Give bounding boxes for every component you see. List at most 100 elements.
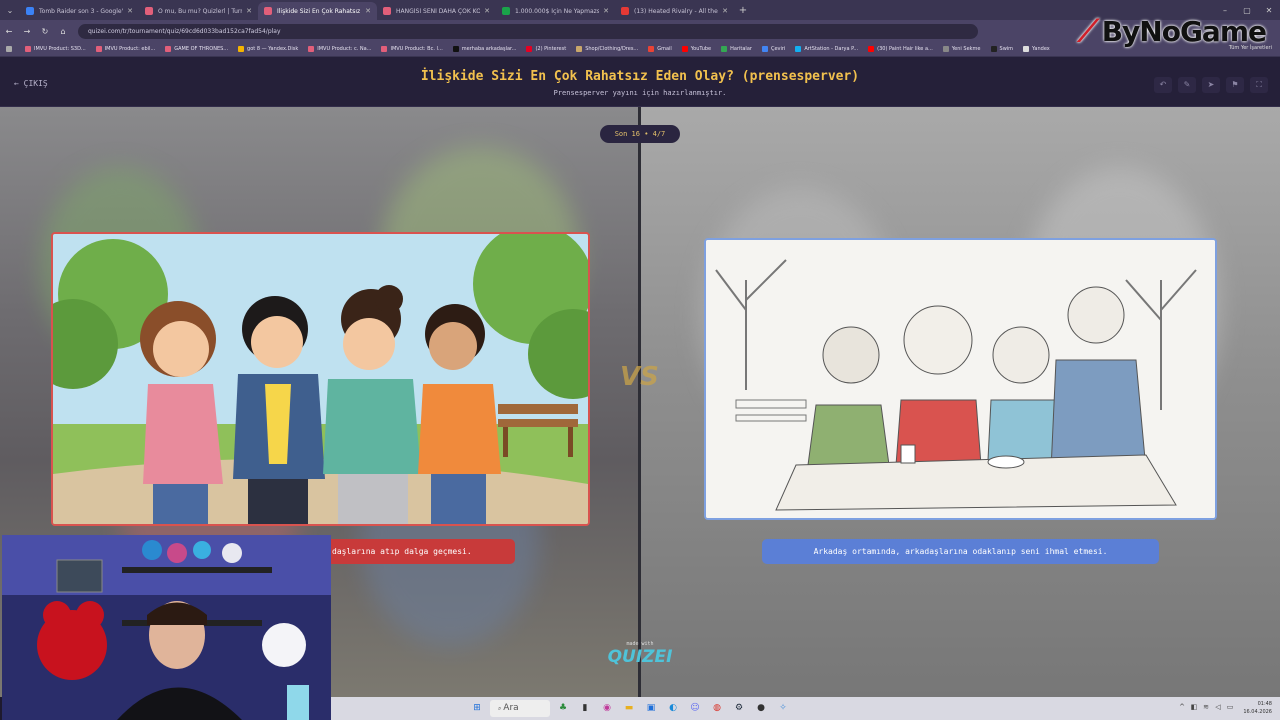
tab-title: Tomb Raider son 3 - Google'da (39, 7, 124, 15)
edit-icon[interactable]: ✎ (1178, 77, 1196, 93)
chrome-icon[interactable]: ◍ (708, 700, 726, 717)
tab-close-icon[interactable]: ✕ (246, 7, 252, 15)
new-tab-button[interactable]: + (734, 5, 752, 16)
bookmark-item[interactable]: IMVU Product: S3D... (25, 46, 86, 52)
page-subtitle: Prensesperver yayını için hazırlanmıştır… (553, 89, 727, 97)
bookmark-item[interactable]: Shop/Clothing/Dres... (576, 46, 638, 52)
widgets-icon[interactable]: ♣ (554, 700, 572, 717)
bookmark-label: got 8 — Yandex.Disk (247, 46, 299, 52)
bookmark-item[interactable]: YouTube (681, 46, 712, 52)
store-icon[interactable]: ▣ (642, 700, 660, 717)
quiz-header: ← ÇIKIŞ İlişkide Sizi En Çok Rahatsız Ed… (0, 57, 1280, 107)
obs-icon[interactable]: ● (752, 700, 770, 717)
share-icon[interactable]: ➤ (1202, 77, 1220, 93)
taskbar-search[interactable]: ⌕ Ara (490, 700, 550, 717)
wifi-icon[interactable]: ≋ (1200, 703, 1212, 711)
forward-icon[interactable]: → (18, 27, 36, 36)
bookmark-item[interactable]: IMVU Product: c. Na... (308, 46, 371, 52)
browser-tab[interactable]: 1.000.000$ İçin Ne Yapmazsın -✕ (496, 2, 615, 20)
bookmark-favicon-icon (25, 46, 31, 52)
webcam-feed-image (2, 535, 331, 720)
bookmark-favicon-icon (95, 46, 102, 52)
quizei-logo: QUIZEI (607, 647, 673, 667)
start-icon[interactable]: ⊞ (468, 700, 486, 717)
bookmark-favicon-icon (761, 46, 768, 52)
browser-tab[interactable]: HANGİSİ SENİ DAHA ÇOK KORK ✕ (377, 2, 496, 20)
bookmark-item[interactable]: IMVU Product: ebil... (95, 46, 156, 52)
report-icon[interactable]: ⚑ (1226, 77, 1244, 93)
vs-badge: VS (620, 362, 659, 392)
tab-title: HANGİSİ SENİ DAHA ÇOK KORK (396, 7, 481, 15)
left-option-card[interactable] (51, 232, 590, 526)
bookmark-item[interactable]: IMVU Product: Bc. I... (381, 46, 443, 52)
reload-icon[interactable]: ↻ (36, 27, 54, 36)
tab-close-icon[interactable]: ✕ (722, 7, 728, 15)
battery-icon[interactable]: ▭ (1224, 703, 1236, 711)
bookmark-item[interactable]: Swim (990, 46, 1013, 52)
steam-icon[interactable]: ⚙ (730, 700, 748, 717)
browser-tab[interactable]: Tomb Raider son 3 - Google'da ✕ (20, 2, 139, 20)
tray-chevron-icon[interactable]: ^ (1176, 703, 1188, 711)
friends-at-table-sketch-illustration (706, 240, 1215, 518)
bookmark-label: IMVU Product: ebil... (104, 46, 156, 52)
bookmark-item[interactable]: Yandex (1023, 46, 1050, 52)
bookmark-favicon-icon (165, 46, 172, 52)
task-view-icon[interactable]: ▮ (576, 700, 594, 717)
right-option-caption[interactable]: Arkadaş ortamında, arkadaşlarına odaklan… (762, 539, 1159, 564)
made-with-quizei[interactable]: made with QUIZEI (600, 641, 680, 667)
volume-icon[interactable]: ◁ (1212, 703, 1224, 711)
tab-title: O mu, Bu mu? Quizlerl | Turnu (158, 7, 243, 15)
home-icon[interactable]: ⌂ (54, 27, 72, 36)
apps-icon[interactable] (6, 46, 15, 52)
bookmark-label: ArtStation - Darya P... (804, 46, 859, 52)
browser-tab[interactable]: (13) Heated Rivalry - All the ✕ (615, 2, 734, 20)
app-icon[interactable]: ✧ (774, 700, 792, 717)
center-divider (638, 107, 641, 697)
tab-close-icon[interactable]: ✕ (365, 7, 371, 15)
tab-close-icon[interactable]: ✕ (484, 7, 490, 15)
browser-tab[interactable]: O mu, Bu mu? Quizlerl | Turnu ✕ (139, 2, 258, 20)
url-input[interactable]: quizei.com/tr/tournament/quiz/69cd6d033b… (78, 23, 978, 39)
back-icon[interactable]: ← (0, 27, 18, 36)
file-explorer-icon[interactable]: ▬ (620, 700, 638, 717)
bookmark-favicon-icon (990, 46, 997, 52)
bookmark-item[interactable]: merhaba arkadaşlar... (452, 46, 516, 52)
bookmark-label: GAME OF THRONES... (174, 46, 229, 52)
bookmark-favicon-icon (868, 46, 875, 52)
bookmark-item[interactable]: (30) Paint Hair like a... (868, 46, 933, 52)
bookmark-favicon-icon (681, 46, 688, 52)
fullscreen-icon[interactable]: ⛶ (1250, 77, 1268, 93)
bookmark-item[interactable]: Gmail (648, 46, 672, 52)
page-title: İlişkide Sizi En Çok Rahatsız Eden Olay?… (420, 69, 860, 84)
bookmark-item[interactable]: Haritalar (721, 46, 752, 52)
bookmark-favicon-icon (308, 46, 315, 52)
bookmark-label: (30) Paint Hair like a... (877, 46, 933, 52)
tab-search-icon[interactable]: ⌄ (0, 6, 20, 15)
bookmark-label: IMVU Product: S3D... (34, 46, 86, 52)
copilot-icon[interactable]: ◉ (598, 700, 616, 717)
discord-icon[interactable]: ☺ (686, 700, 704, 717)
bookmark-item[interactable]: GAME OF THRONES... (165, 46, 228, 52)
streamer-webcam-overlay (2, 535, 331, 720)
bookmark-label: Yeni Sekme (951, 46, 981, 52)
undo-icon[interactable]: ↶ (1154, 77, 1172, 93)
right-option-card[interactable] (704, 238, 1217, 520)
bookmark-item[interactable]: Yeni Sekme (942, 46, 981, 52)
tab-favicon-icon (264, 7, 272, 15)
bookmark-favicon-icon (526, 46, 533, 52)
clock-date: 16.04.2026 (1243, 709, 1272, 715)
left-option-caption[interactable]: daşlarına atıp dalga geçmesi. (300, 539, 515, 564)
clock[interactable]: 01:48 16.04.2026 (1243, 700, 1272, 716)
bookmark-label: YouTube (690, 46, 712, 52)
bookmark-item[interactable]: ArtStation - Darya P... (795, 46, 858, 52)
tab-close-icon[interactable]: ✕ (603, 7, 609, 15)
bookmark-item[interactable]: (2) Pinterest (526, 46, 566, 52)
edge-icon[interactable]: ◐ (664, 700, 682, 717)
bookmark-item[interactable]: Çeviri (761, 46, 785, 52)
bookmark-favicon-icon (1023, 46, 1030, 52)
bookmark-item[interactable]: got 8 — Yandex.Disk (238, 46, 298, 52)
browser-tab[interactable]: İlişkide Sizi En Çok Rahatsız Ede ✕ (258, 2, 377, 20)
tab-close-icon[interactable]: ✕ (127, 7, 133, 15)
tray-app-icon[interactable]: ◧ (1188, 703, 1200, 711)
bynogame-watermark-logo: ⟋ ByNoGame (1077, 14, 1267, 49)
